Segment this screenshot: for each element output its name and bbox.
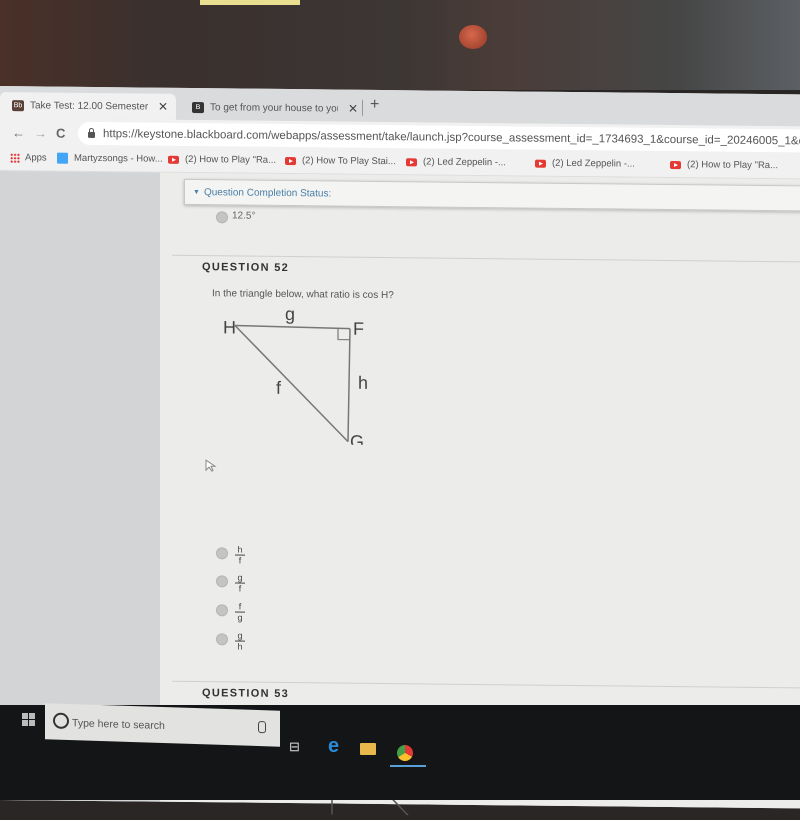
search-placeholder: Type here to search [72,717,165,733]
answer-radio[interactable] [216,211,228,224]
bookmark-label: (2) How to Play "Ra... [185,153,277,166]
bookmark-label: (2) How To Play Stai... [302,155,396,168]
bookmark-label: Martyzsongs - How... [74,152,163,165]
vertex-g: G [350,432,364,445]
reload-button[interactable]: C [56,126,65,141]
side-label-f: f [276,378,282,398]
bookmark-youtube[interactable]: (2) How To Play Stai... [285,155,396,167]
tab-separator [362,99,363,116]
url-text: https://keystone.blackboard.com/webapps/… [103,127,800,148]
webcam-light [459,25,487,49]
blackboard-favicon-icon: B [192,101,204,113]
music-icon [57,152,68,164]
url-field[interactable]: https://keystone.blackboard.com/webapps/… [78,121,800,153]
numerator: h [237,544,243,555]
right-angle-mark [337,328,350,341]
back-button[interactable]: ← [12,125,25,140]
denominator: g [237,612,243,623]
side-fg [347,328,351,442]
option-f-over-g[interactable]: fg [235,601,245,623]
denominator: f [238,555,242,566]
side-label-h: h [358,373,368,393]
bookmark-apps[interactable]: Apps [10,152,47,163]
close-tab-icon[interactable]: ✕ [158,100,168,114]
bookmark-label: (2) Led Zeppelin -... [423,156,506,169]
windows-start-icon[interactable] [22,713,36,727]
triangle-hfg-diagram: H F G g h f [223,304,368,445]
blackboard-favicon-icon: Bb [12,99,24,111]
lock-icon [88,131,95,138]
new-tab-button[interactable]: + [370,96,379,114]
youtube-icon [168,155,179,164]
option-g-over-f[interactable]: gf [235,572,245,594]
tab-take-test[interactable]: Bb Take Test: 12.00 Semester 2 Exam ✕ [0,92,176,120]
browser-window: Bb Take Test: 12.00 Semester 2 Exam ✕ B … [0,86,800,816]
option-radio-f-over-g[interactable] [216,604,228,617]
youtube-icon [670,160,681,169]
bookmark-label: Apps [25,152,47,164]
numerator: f [238,601,242,612]
active-app-indicator [390,765,426,767]
option-radio-h-over-f[interactable] [216,547,228,560]
bookmark-label: (2) How to Play "Ra... [687,159,779,172]
expand-triangle-icon: ▼ [193,188,200,196]
bezel-reflection [200,0,300,5]
denominator: f [238,583,242,594]
vertex-f: F [353,319,364,339]
bookmark-label: (2) Led Zeppelin -... [552,157,635,170]
youtube-icon [406,157,417,166]
option-radio-g-over-h[interactable] [216,633,228,646]
close-tab-icon[interactable]: ✕ [348,102,358,116]
previous-answer-text: 12.5° [232,210,256,222]
file-explorer-icon[interactable] [360,743,376,755]
option-radio-g-over-f[interactable] [216,575,228,588]
question-52-prompt: In the triangle below, what ratio is cos… [212,288,394,302]
tab-label: To get from your house to your [210,101,338,115]
side-hg [234,324,349,443]
vertex-h: H [223,317,236,337]
chrome-icon[interactable] [397,745,413,761]
forward-button[interactable]: → [34,125,47,140]
cortana-icon [53,712,69,730]
tab-directions[interactable]: B To get from your house to your ✕ [180,94,360,122]
tab-label: Take Test: 12.00 Semester 2 Exam [30,99,148,113]
option-h-over-f[interactable]: hf [235,544,245,566]
bookmark-youtube[interactable]: (2) How to Play "Ra... [168,154,276,166]
numerator: g [237,572,243,583]
task-view-icon[interactable]: ⊟ [289,739,300,755]
windows-taskbar: Type here to search ⊟ e [0,703,800,800]
microphone-icon[interactable] [258,721,266,734]
apps-grid-icon [10,152,20,163]
youtube-icon [285,156,296,165]
completion-status-label: Question Completion Status: [203,186,332,199]
bookmark-youtube[interactable]: (2) Led Zeppelin -... [406,156,506,168]
monitor-bezel [0,0,800,90]
question-52-title: QUESTION 52 [202,261,290,275]
youtube-icon [535,159,546,168]
bookmark-youtube[interactable]: (2) How to Play "Ra... [670,159,778,171]
taskbar-search-box[interactable]: Type here to search [45,703,280,747]
bookmark-martyzsongs[interactable]: Martyzsongs - How... [57,152,163,165]
question-53-title: QUESTION 53 [202,687,290,701]
denominator: h [237,641,243,652]
numerator: g [237,630,243,641]
bookmark-youtube[interactable]: (2) Led Zeppelin -... [535,158,635,170]
edge-browser-icon[interactable]: e [328,735,339,758]
side-hf [234,324,351,330]
question-completion-status[interactable]: ▼ Question Completion Status: [184,178,800,212]
side-label-g: g [285,304,295,324]
option-g-over-h[interactable]: gh [235,630,245,652]
mouse-cursor-icon [205,459,217,472]
